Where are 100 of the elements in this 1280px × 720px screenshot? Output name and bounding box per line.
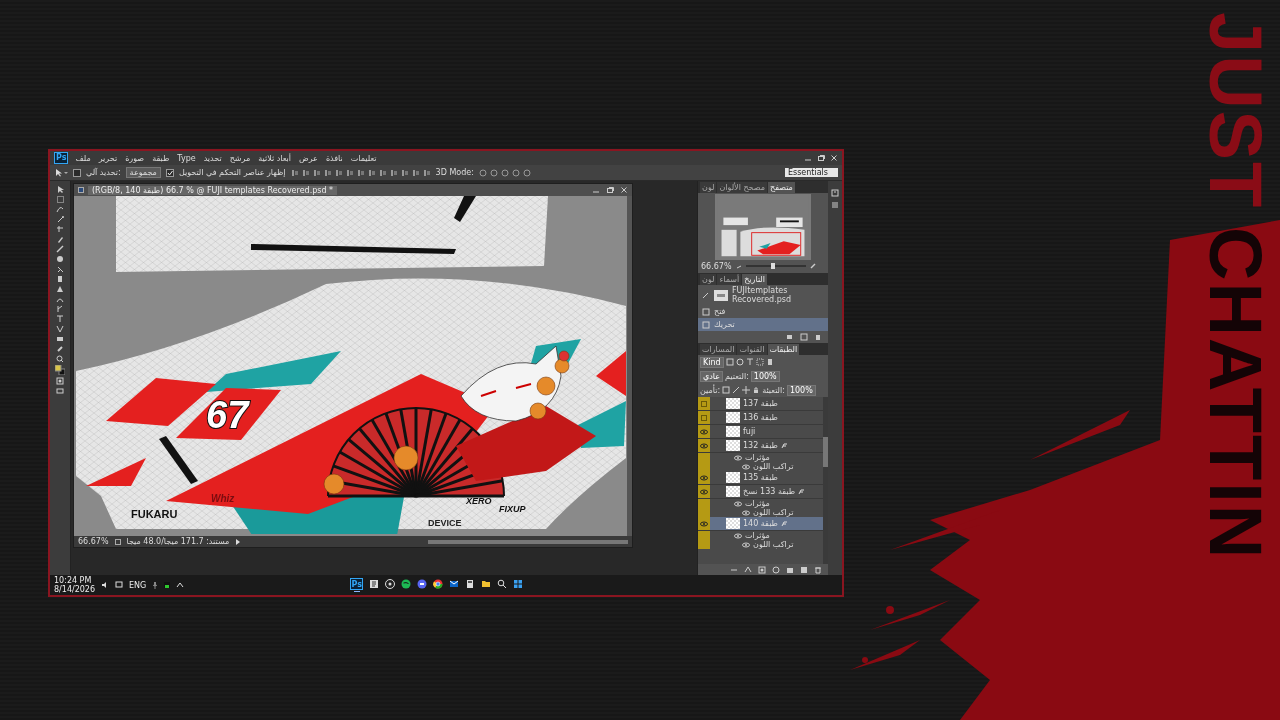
display-icon[interactable] (115, 581, 124, 589)
document-tab[interactable]: (RGB/8, طبقة 140) 66.7 % @ FUJI templates Recovered.psd * (88, 185, 338, 195)
panel-tab[interactable]: مصحح الألوان (717, 182, 767, 193)
panel-tab[interactable]: لون (700, 274, 717, 285)
screen-mode-icon[interactable] (56, 387, 64, 395)
align-icon[interactable] (378, 168, 387, 177)
align-icon[interactable] (312, 168, 321, 177)
race-number: 67 (205, 394, 248, 436)
effect-name: مؤثرات (745, 453, 770, 462)
panel-tab[interactable]: الطبقات (767, 344, 800, 355)
menu-item[interactable]: تحديد (203, 153, 222, 163)
align-icon[interactable] (345, 168, 354, 177)
search-icon[interactable] (497, 579, 508, 589)
filter-dropdown[interactable]: Kind (700, 356, 724, 368)
blend-mode-dropdown[interactable]: عادي (700, 370, 724, 382)
layer-row[interactable]: طبقة 132 (698, 439, 823, 453)
menu-item[interactable]: صورة (125, 153, 145, 163)
menu-item[interactable]: أبعاد ثلاثية (258, 153, 291, 163)
layer-row[interactable]: طبقة 140 (698, 517, 823, 531)
history-state[interactable]: تحريك (698, 318, 828, 331)
app-icon[interactable] (417, 579, 428, 589)
slider-thumb[interactable] (770, 263, 775, 269)
align-icon[interactable] (367, 168, 376, 177)
panel-tab[interactable]: التاريخ (742, 274, 767, 285)
properties-panel-icon[interactable] (831, 201, 839, 209)
menu-item[interactable]: نافذة (325, 153, 343, 163)
language-indicator[interactable]: ENG (129, 580, 147, 590)
tool-icon[interactable] (56, 305, 64, 313)
panel-tab[interactable]: متصفح (768, 182, 795, 193)
align-icon[interactable] (356, 168, 365, 177)
layer-action-icon[interactable] (814, 565, 822, 574)
layer-row[interactable]: طبقة 137 (698, 397, 823, 411)
checkbox[interactable] (73, 168, 81, 177)
app-icon[interactable] (369, 579, 380, 589)
panel-tab[interactable]: المسارات (700, 344, 737, 355)
menu-item[interactable]: طبقة (152, 153, 170, 163)
microphone-icon[interactable] (152, 581, 159, 589)
menu-item[interactable]: عرض (299, 153, 318, 163)
app-icon[interactable] (385, 579, 396, 589)
restore-icon[interactable] (606, 186, 614, 194)
chevron-up-icon[interactable] (176, 581, 185, 589)
layer-action-icon[interactable] (758, 565, 766, 574)
opacity-field[interactable]: 100% (750, 370, 780, 382)
sponsor-logo: FIXUP (498, 504, 525, 514)
opacity-label: التعتيم: (725, 371, 749, 381)
play-icon[interactable] (235, 538, 242, 545)
align-icon[interactable] (334, 168, 343, 177)
close-icon[interactable] (620, 186, 628, 194)
menu-item[interactable]: ملف (75, 153, 91, 163)
filter-icon[interactable] (745, 358, 754, 366)
align-icon[interactable] (323, 168, 332, 177)
app-icon[interactable] (401, 579, 412, 589)
menu-item[interactable]: تعليمات (350, 153, 377, 163)
align-icon[interactable] (290, 168, 299, 177)
tool-icon[interactable] (56, 225, 64, 233)
fill-field[interactable]: 100% (786, 384, 816, 396)
history-state[interactable]: فتح (698, 305, 828, 318)
panel-tab[interactable]: القنوات (737, 344, 767, 355)
menu-item[interactable]: تحرير (98, 153, 118, 163)
quick-mask-icon[interactable] (56, 377, 64, 385)
lock-icon[interactable] (742, 386, 751, 394)
restore-icon[interactable] (817, 154, 825, 162)
layer-row[interactable]: fuji (698, 425, 823, 439)
panel-tab[interactable]: أسماء (717, 274, 742, 285)
close-icon[interactable] (830, 154, 838, 162)
app-logo: Ps (54, 152, 69, 164)
zoom-level: 66.67% (78, 537, 109, 546)
align-icon[interactable] (301, 168, 310, 177)
tool-icon[interactable] (56, 315, 64, 323)
panel-tab[interactable]: لون (700, 182, 717, 193)
tool-icon[interactable] (56, 215, 64, 223)
align-icon[interactable] (400, 168, 409, 177)
history-panel-icon[interactable] (831, 189, 839, 197)
align-icon[interactable] (422, 168, 431, 177)
align-icon[interactable] (411, 168, 420, 177)
target-dropdown[interactable]: مجموعة (125, 167, 161, 178)
app-icon[interactable] (433, 579, 444, 589)
layer-row[interactable]: طبقة 136 (698, 411, 823, 425)
menu-item[interactable]: Type (177, 153, 196, 163)
zoom-out-icon[interactable] (735, 263, 742, 269)
start-icon[interactable] (513, 579, 524, 589)
tool-icon[interactable] (56, 265, 64, 273)
align-icon[interactable] (389, 168, 398, 177)
lock-icon[interactable] (752, 386, 761, 394)
checkbox[interactable] (165, 168, 174, 177)
app-icon[interactable] (465, 579, 476, 589)
layer-row[interactable]: طبقة 133 نسخ (698, 485, 823, 499)
zoom-in-icon[interactable] (809, 263, 816, 269)
workspace-dropdown[interactable]: Essentials (784, 168, 838, 177)
status-icon[interactable] (164, 581, 171, 589)
menu-item[interactable]: مرشح (229, 153, 251, 163)
tool-icon[interactable] (56, 355, 64, 363)
color-swatches-icon[interactable] (55, 365, 65, 375)
layer-name: طبقة 133 نسخ (743, 487, 796, 496)
layer-row[interactable]: طبقة 135 (698, 471, 823, 485)
app-icon[interactable] (449, 579, 460, 589)
app-icon[interactable]: Ps (350, 578, 364, 590)
app-icon[interactable] (481, 579, 492, 589)
brush-icon (702, 291, 710, 299)
move-tool-icon[interactable] (54, 168, 68, 177)
